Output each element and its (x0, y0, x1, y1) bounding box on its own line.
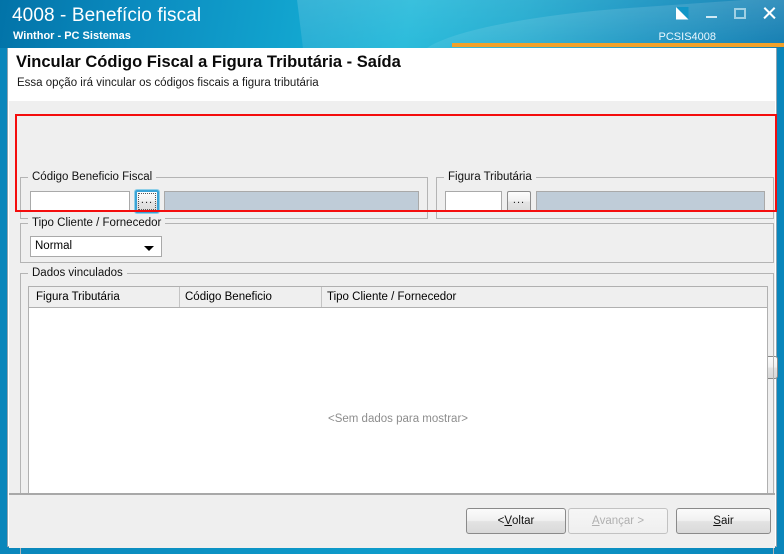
focus-indicator (138, 193, 156, 210)
minimize-icon[interactable] (702, 4, 720, 22)
footer-bar: < Voltar Avançar > Sair (9, 493, 775, 548)
group-figura-tributaria: Figura Tributária ... (436, 171, 774, 219)
table-column-header-tipo-cliente-fornecedor[interactable]: Tipo Cliente / Fornecedor (321, 287, 767, 307)
table-column-header-figura-tributaria[interactable]: Figura Tributária (29, 287, 179, 307)
system-code-label: PCSIS4008 (658, 31, 716, 43)
voltar-label-suffix: oltar (512, 515, 535, 527)
title-bar: 4008 - Benefício fiscal Winthor - PC Sis… (0, 0, 784, 48)
voltar-label-prefix: < (497, 515, 505, 527)
avancar-label-suffix: vançar > (599, 515, 645, 527)
close-icon[interactable] (760, 4, 778, 22)
group-legend-dados-vinculados: Dados vinculados (28, 267, 127, 279)
group-legend-codigo-beneficio: Código Beneficio Fiscal (28, 171, 157, 183)
browse-ellipsis-icon: ... (512, 193, 526, 206)
figura-tributaria-input[interactable] (445, 191, 502, 212)
group-tipo-cliente-fornecedor: Tipo Cliente / Fornecedor Normal Adicion… (20, 217, 778, 379)
window-content: Vincular Código Fiscal a Figura Tributár… (7, 48, 778, 554)
figura-tributaria-browse-button[interactable]: ... (507, 191, 531, 212)
group-codigo-beneficio-fiscal: Código Beneficio Fiscal ... (20, 171, 428, 219)
orange-accent-bar (452, 43, 784, 47)
page-subtitle: Essa opção irá vincular os códigos fisca… (17, 77, 319, 89)
restore-icon[interactable] (673, 4, 691, 22)
figura-tributaria-description-field (536, 191, 765, 212)
sair-label-suffix: air (720, 515, 734, 527)
table-column-header-codigo-beneficio[interactable]: Código Beneficio (179, 287, 321, 307)
group-legend-figura-tributaria: Figura Tributária (444, 171, 536, 183)
page-header: Vincular Código Fiscal a Figura Tributár… (8, 48, 776, 101)
voltar-accel-key: V (504, 515, 512, 527)
avancar-accel-key: A (591, 515, 600, 527)
page-title: Vincular Código Fiscal a Figura Tributár… (16, 53, 401, 71)
dados-vinculados-table: Figura Tributária Código Beneficio Tipo … (28, 286, 768, 526)
window-title: 4008 - Benefício fiscal (12, 5, 202, 26)
window-controls (673, 4, 778, 22)
codigo-beneficio-browse-button[interactable]: ... (135, 190, 159, 213)
avancar-button: Avançar > (568, 508, 668, 534)
tipo-cliente-select[interactable]: Normal (30, 236, 162, 257)
content-area: Código Beneficio Fiscal ... Figura Tribu… (9, 101, 778, 554)
voltar-button[interactable]: < Voltar (466, 508, 566, 534)
codigo-beneficio-input[interactable] (30, 191, 130, 212)
chevron-down-icon (144, 246, 154, 251)
window-frame: Vincular Código Fiscal a Figura Tributár… (0, 48, 784, 554)
window-subtitle: Winthor - PC Sistemas (13, 30, 131, 42)
application-window: 4008 - Benefício fiscal Winthor - PC Sis… (0, 0, 784, 554)
tipo-cliente-selected-value: Normal (35, 240, 73, 252)
sair-button[interactable]: Sair (676, 508, 771, 534)
table-empty-message: <Sem dados para mostrar> (328, 413, 468, 425)
table-header-row: Figura Tributária Código Beneficio Tipo … (29, 287, 767, 308)
group-legend-tipo-cliente: Tipo Cliente / Fornecedor (28, 217, 166, 229)
sair-accel-key: S (713, 515, 721, 527)
maximize-icon[interactable] (731, 4, 749, 22)
codigo-beneficio-description-field (164, 191, 419, 212)
